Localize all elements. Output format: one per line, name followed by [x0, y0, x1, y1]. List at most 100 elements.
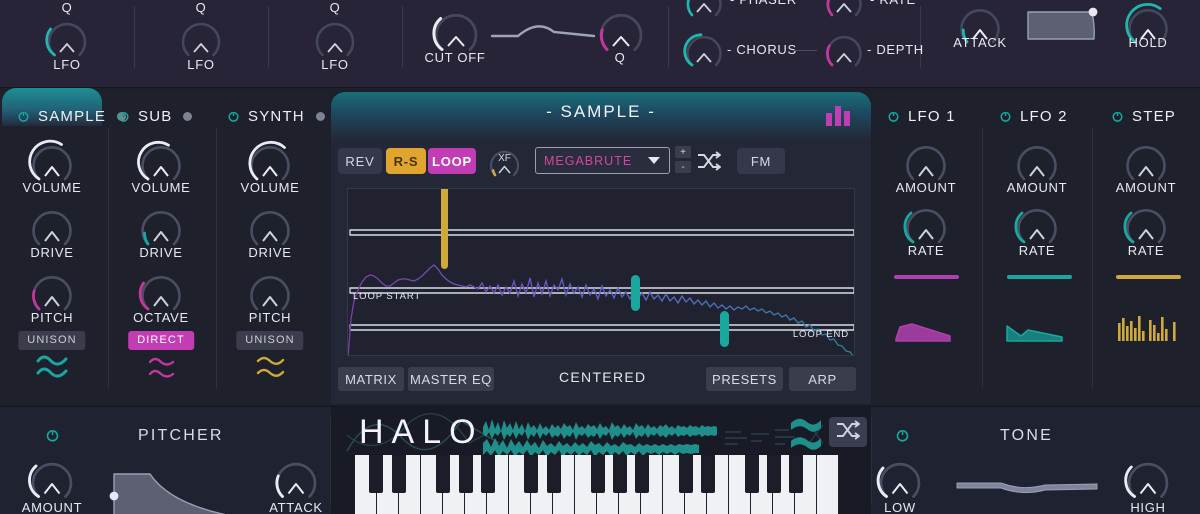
- knob-label: PITCH: [30, 310, 74, 325]
- loop-end-marker: [720, 311, 729, 347]
- sidebar-item-lfo2[interactable]: LFO 2: [1000, 105, 1068, 127]
- fm-button[interactable]: FM: [737, 148, 785, 174]
- lfo1-shape-display[interactable]: [892, 317, 962, 345]
- osc-status-dot[interactable]: [315, 111, 325, 121]
- chorus-knob[interactable]: [681, 28, 727, 74]
- oscillator-panel: SAMPLE SUB SYNTH VOLUME DRIVE PITCH UNIS…: [0, 88, 330, 404]
- halo-shuffle-button[interactable]: [829, 417, 867, 447]
- sample-stepper[interactable]: + -: [675, 146, 691, 173]
- power-icon[interactable]: [18, 111, 29, 122]
- knob-label: AMOUNT: [1006, 180, 1068, 195]
- loop-start-marker: [631, 275, 640, 311]
- sidebar-item-step[interactable]: STEP: [1112, 105, 1176, 127]
- sidebar-item-sub[interactable]: SUB: [118, 105, 193, 127]
- loop-button[interactable]: LOOP: [428, 148, 476, 174]
- waveform-indicator: [256, 356, 285, 377]
- fx-divider: [268, 6, 269, 68]
- xf-crossfade-knob[interactable]: XF: [486, 145, 524, 181]
- fx-divider: [920, 6, 921, 68]
- black-key[interactable]: [635, 455, 649, 493]
- presets-button[interactable]: PRESETS: [706, 367, 783, 391]
- knob-label: Q: [61, 0, 73, 15]
- matrix-button[interactable]: MATRIX: [338, 367, 404, 391]
- black-key[interactable]: [524, 455, 538, 493]
- bottom-divider: [871, 417, 872, 505]
- filter-response-curve: [490, 25, 596, 38]
- pitcher-attack-knob[interactable]: [269, 453, 323, 507]
- black-key[interactable]: [767, 455, 781, 493]
- black-key[interactable]: [436, 455, 450, 493]
- rs-button[interactable]: R-S: [386, 148, 426, 174]
- black-key[interactable]: [392, 455, 406, 493]
- sidebar-item-lfo1[interactable]: LFO 1: [888, 105, 956, 127]
- tone-curve-display[interactable]: [955, 473, 1100, 497]
- stepper-increment[interactable]: +: [675, 146, 691, 158]
- sample-unison-chip[interactable]: UNISON: [18, 331, 86, 350]
- power-icon[interactable]: [1000, 111, 1011, 122]
- sidebar-item-sample[interactable]: SAMPLE: [18, 105, 127, 127]
- black-key[interactable]: [547, 455, 561, 493]
- sidebar-item-synth[interactable]: SYNTH: [228, 105, 325, 127]
- power-icon[interactable]: [228, 111, 239, 122]
- knob-label: VOLUME: [131, 180, 191, 195]
- sample-toolbar: REV R-S LOOP XF MEGABRUTE + - FM: [331, 142, 871, 180]
- black-key[interactable]: [789, 455, 803, 493]
- power-icon[interactable]: [888, 111, 899, 122]
- black-key[interactable]: [459, 455, 473, 493]
- power-icon[interactable]: [118, 111, 129, 122]
- white-key[interactable]: [817, 455, 839, 514]
- phaser-rate-knob[interactable]: [821, 0, 867, 24]
- rev-button[interactable]: REV: [338, 148, 382, 174]
- master-eq-button[interactable]: MASTER EQ: [408, 367, 494, 391]
- tone-power-icon[interactable]: [896, 429, 909, 442]
- sub-direct-chip[interactable]: DIRECT: [128, 331, 194, 350]
- halo-waveform-display: [483, 419, 824, 455]
- knob-label: DRIVE: [30, 245, 74, 260]
- lfo2-shape-display[interactable]: [1004, 317, 1074, 345]
- chevron-down-icon[interactable]: [647, 152, 661, 170]
- stepper-decrement[interactable]: -: [675, 161, 691, 173]
- power-icon[interactable]: [1112, 111, 1123, 122]
- shuffle-icon[interactable]: [697, 151, 722, 176]
- bar-chart-icon[interactable]: [825, 104, 851, 131]
- lfo2-amount-bar[interactable]: [1007, 275, 1072, 279]
- step-sequence-display[interactable]: [1116, 314, 1184, 344]
- page-title: - SAMPLE -: [546, 102, 656, 121]
- fx-divider: [134, 6, 135, 68]
- phaser-knob[interactable]: [681, 0, 727, 24]
- arp-button[interactable]: ARP: [789, 367, 856, 391]
- knob-label: ATTACK: [269, 500, 323, 514]
- knob-label: - PHASER: [730, 0, 797, 7]
- piano-keyboard[interactable]: [331, 455, 871, 514]
- tone-low-knob[interactable]: [873, 453, 927, 507]
- sample-select[interactable]: MEGABRUTE: [535, 147, 670, 174]
- black-key[interactable]: [591, 455, 605, 493]
- chorus-depth-knob[interactable]: [821, 28, 867, 74]
- tab-label: STEP: [1132, 107, 1176, 125]
- synth-unison-chip[interactable]: UNISON: [236, 331, 304, 350]
- knob-label: LFO: [187, 57, 215, 72]
- black-key[interactable]: [613, 455, 627, 493]
- knob-label: - CHORUS: [727, 42, 797, 57]
- pitcher-power-icon[interactable]: [46, 429, 59, 442]
- tone-high-knob[interactable]: [1121, 453, 1175, 507]
- knob-label: LFO: [321, 57, 349, 72]
- envelope-shape[interactable]: [1026, 5, 1098, 43]
- black-key[interactable]: [481, 455, 495, 493]
- knob-label: VOLUME: [240, 180, 300, 195]
- pitch-envelope-display[interactable]: [108, 460, 236, 514]
- knob-label: Q: [329, 0, 341, 15]
- knob-label: RATE: [907, 243, 945, 258]
- waveform-display[interactable]: LOOP START LOOP END: [347, 188, 855, 356]
- black-key[interactable]: [701, 455, 715, 493]
- step-amount-bar[interactable]: [1116, 275, 1181, 279]
- lfo1-amount-bar[interactable]: [894, 275, 959, 279]
- black-key[interactable]: [369, 455, 383, 493]
- black-key[interactable]: [745, 455, 759, 493]
- tab-label: SUB: [138, 107, 173, 125]
- pitcher-amount-knob[interactable]: [25, 453, 79, 507]
- knob-label: - DEPTH: [867, 42, 924, 57]
- knob-label: HIGH: [1130, 500, 1166, 514]
- black-key[interactable]: [679, 455, 693, 493]
- osc-status-dot[interactable]: [183, 111, 193, 121]
